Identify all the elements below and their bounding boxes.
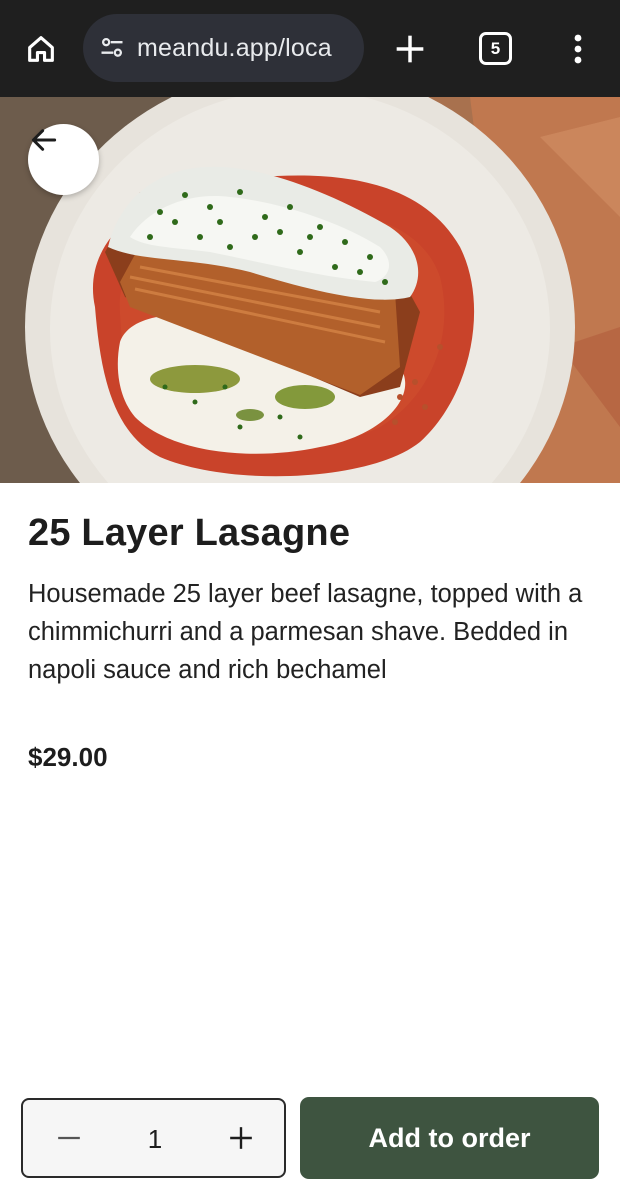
home-icon[interactable] — [22, 30, 60, 68]
back-button[interactable] — [28, 124, 99, 195]
url-text: meandu.app/loca — [137, 33, 332, 62]
quantity-stepper: 1 — [21, 1098, 286, 1178]
address-bar[interactable]: meandu.app/loca — [83, 14, 364, 82]
quantity-value: 1 — [147, 1124, 163, 1154]
plus-icon — [230, 1127, 252, 1149]
browser-toolbar: meandu.app/loca 5 — [0, 0, 620, 97]
decrement-button[interactable] — [53, 1122, 85, 1154]
item-price: $29.00 — [28, 742, 108, 772]
minus-icon — [58, 1136, 80, 1140]
increment-button[interactable] — [225, 1122, 257, 1154]
arrow-left-icon — [31, 129, 57, 151]
tune-icon[interactable] — [97, 33, 127, 63]
item-title: 25 Layer Lasagne — [28, 512, 351, 554]
tab-switcher-button[interactable]: 5 — [479, 32, 512, 65]
more-vertical-icon[interactable] — [562, 28, 594, 70]
item-description: Housemade 25 layer beef lasagne, topped … — [28, 580, 583, 684]
add-to-order-button[interactable]: Add to order — [300, 1097, 599, 1179]
plus-icon[interactable] — [389, 28, 431, 70]
item-photo — [0, 97, 620, 483]
